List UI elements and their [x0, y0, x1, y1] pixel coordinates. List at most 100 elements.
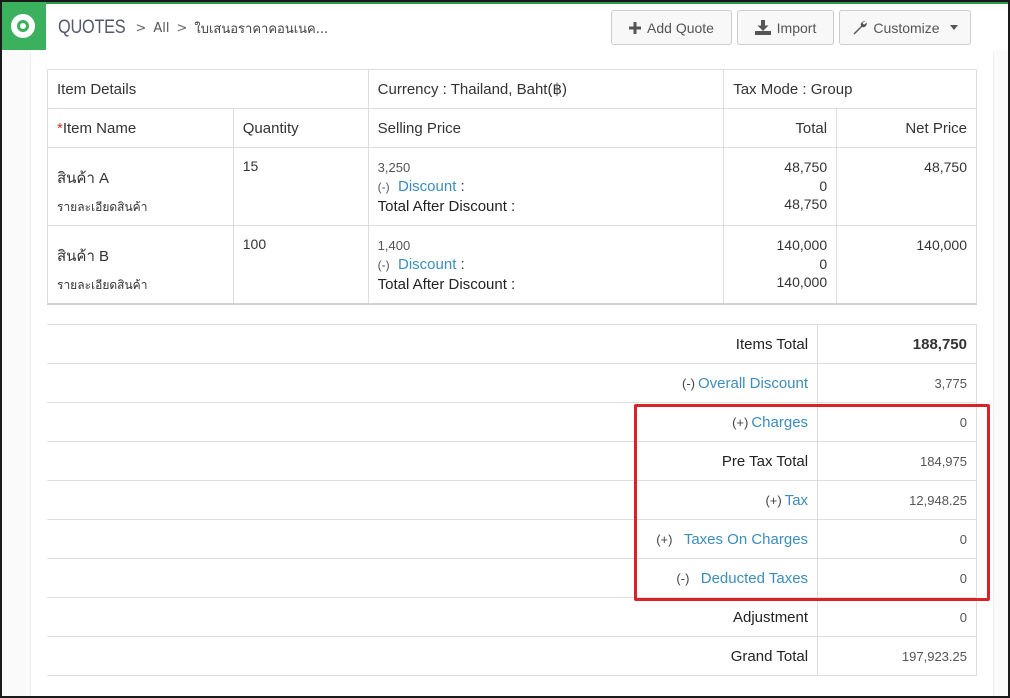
discount-value: 0: [819, 177, 828, 194]
tax-row: (+) Tax 12,948.25: [47, 480, 977, 520]
taxes-on-charges-link[interactable]: Taxes On Charges: [684, 531, 808, 548]
line-items-table: Item Details Currency : Thailand, Baht(฿…: [47, 69, 977, 305]
total-cell: 140,000 0 140,000: [723, 225, 838, 305]
grand-total-row: Grand Total 197,923.25: [47, 636, 977, 676]
grand-total-label: Grand Total: [47, 636, 819, 676]
app-logo[interactable]: [2, 2, 46, 50]
add-quote-button[interactable]: Add Quote: [611, 10, 732, 45]
download-icon: [754, 20, 771, 35]
total-after-discount-label: Total After Discount :: [377, 276, 516, 293]
selling-price-value: 3,250: [377, 160, 411, 175]
tax-link[interactable]: Tax: [785, 492, 808, 509]
discount-colon: :: [460, 178, 465, 195]
adjustment-label: Adjustment: [47, 597, 819, 637]
col-quantity: Quantity: [232, 108, 369, 148]
deducted-taxes-prefix: (-): [676, 570, 690, 586]
items-section-header: Item Details Currency : Thailand, Baht(฿…: [47, 69, 977, 109]
totals-table: Items Total 188,750 (-) Overall Discount …: [47, 324, 977, 676]
customize-button[interactable]: Customize: [839, 10, 971, 45]
table-row: สินค้า B รายละเอียดสินค้า 100 1,400 (-) …: [47, 225, 977, 305]
quantity-value: 15: [232, 147, 369, 226]
app-logo-icon: [11, 14, 35, 38]
left-gutter: [2, 50, 30, 696]
pre-tax-total-value: 184,975: [817, 441, 977, 481]
tax-cell: (+) Tax: [47, 480, 819, 520]
chevron-right-icon: >: [176, 20, 188, 36]
total-after-discount-label: Total After Discount :: [377, 198, 516, 215]
net-price-value: 140,000: [836, 225, 977, 305]
import-button[interactable]: Import: [737, 10, 834, 45]
item-cell: สินค้า A รายละเอียดสินค้า: [47, 147, 234, 226]
deducted-taxes-row: (-) Deducted Taxes 0: [47, 558, 977, 598]
breadcrumb-all[interactable]: All: [153, 21, 169, 36]
total-value: 140,000: [776, 237, 828, 253]
charges-cell: (+) Charges: [47, 402, 819, 442]
col-net-price: Net Price: [836, 108, 977, 148]
adjustment-value: 0: [817, 597, 977, 637]
product-name: สินค้า B: [57, 248, 110, 265]
charges-value: 0: [817, 402, 977, 442]
taxes-on-charges-value: 0: [817, 519, 977, 559]
quantity-value: 100: [232, 225, 369, 305]
page-header: QUOTES > All > ใบเสนอราคาคอนเนค... Add Q…: [2, 2, 1008, 50]
plus-icon: [629, 21, 642, 34]
caret-down-icon: [949, 25, 958, 30]
col-total: Total: [723, 108, 838, 148]
discount-link[interactable]: Discount: [398, 256, 456, 273]
customize-label: Customize: [873, 19, 940, 36]
discount-prefix: (-): [377, 180, 390, 194]
deducted-taxes-link[interactable]: Deducted Taxes: [701, 570, 808, 587]
tax-prefix: (+): [765, 492, 782, 508]
col-item-name-label: Item Name: [62, 119, 137, 137]
deducted-taxes-cell: (-) Deducted Taxes: [47, 558, 819, 598]
adjustment-row: Adjustment 0: [47, 597, 977, 637]
product-description: รายละเอียดสินค้า: [57, 278, 148, 292]
total-value: 48,750: [784, 159, 828, 175]
net-price-value: 48,750: [836, 147, 977, 226]
breadcrumb: QUOTES > All > ใบเสนอราคาคอนเนค...: [58, 15, 328, 41]
items-total-row: Items Total 188,750: [47, 324, 977, 364]
selling-price-value: 1,400: [377, 238, 411, 253]
overall-discount-value: 3,775: [817, 363, 977, 403]
total-cell: 48,750 0 48,750: [723, 147, 838, 226]
add-quote-label: Add Quote: [647, 19, 714, 36]
tax-mode-heading: Tax Mode : Group: [723, 69, 977, 109]
discount-prefix: (-): [377, 258, 390, 272]
right-gutter: [994, 50, 1008, 696]
discount-value: 0: [819, 255, 828, 272]
item-cell: สินค้า B รายละเอียดสินค้า: [47, 225, 234, 305]
after-discount-value: 48,750: [784, 196, 828, 212]
discount-colon: :: [460, 256, 465, 273]
chevron-right-icon: >: [135, 20, 147, 36]
overall-discount-cell: (-) Overall Discount: [47, 363, 819, 403]
overall-discount-link[interactable]: Overall Discount: [698, 375, 808, 392]
charges-row: (+) Charges 0: [47, 402, 977, 442]
overall-discount-prefix: (-): [682, 375, 695, 391]
wrench-icon: [853, 21, 868, 35]
header-accent-line: [2, 2, 1008, 4]
module-title[interactable]: QUOTES: [58, 17, 126, 39]
items-total-value: 188,750: [817, 324, 977, 364]
taxes-on-charges-prefix: (+): [656, 531, 673, 547]
charges-link[interactable]: Charges: [751, 414, 808, 431]
charges-prefix: (+): [732, 414, 749, 430]
product-description: รายละเอียดสินค้า: [57, 200, 148, 214]
items-column-header: *Item Name Quantity Selling Price Total …: [47, 108, 977, 148]
col-selling-price: Selling Price: [367, 108, 725, 148]
tax-value: 12,948.25: [817, 480, 977, 520]
deducted-taxes-value: 0: [817, 558, 977, 598]
breadcrumb-record: ใบเสนอราคาคอนเนค...: [194, 21, 329, 37]
product-name: สินค้า A: [57, 170, 110, 187]
grand-total-value: 197,923.25: [817, 636, 977, 676]
taxes-on-charges-cell: (+) Taxes On Charges: [47, 519, 819, 559]
pre-tax-total-row: Pre Tax Total 184,975: [47, 441, 977, 481]
pre-tax-total-label: Pre Tax Total: [47, 441, 819, 481]
import-label: Import: [776, 19, 817, 36]
currency-heading: Currency : Thailand, Baht(฿): [367, 69, 725, 109]
items-total-label: Items Total: [47, 324, 819, 364]
overall-discount-row: (-) Overall Discount 3,775: [47, 363, 977, 403]
price-cell: 3,250 (-) Discount : Total After Discoun…: [367, 147, 725, 226]
after-discount-value: 140,000: [776, 274, 828, 290]
discount-link[interactable]: Discount: [398, 178, 456, 195]
col-item-name: *Item Name: [47, 108, 234, 148]
